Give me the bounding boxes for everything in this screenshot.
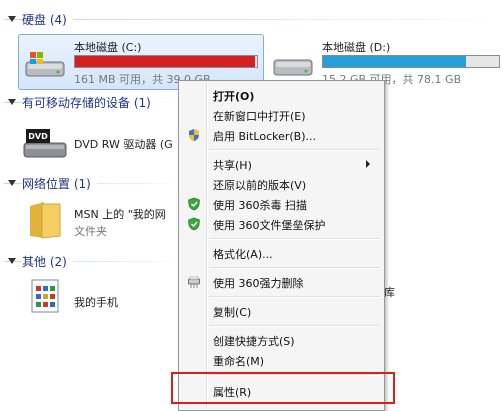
menu-separator xyxy=(209,238,380,240)
hard-drive-icon xyxy=(273,59,313,76)
menu-separator xyxy=(209,296,380,298)
menu-item-label: 在新窗口中打开(E) xyxy=(213,110,306,123)
collapse-triangle-icon[interactable] xyxy=(8,258,16,264)
collapse-triangle-icon[interactable] xyxy=(8,16,16,22)
menu-item-360-scan[interactable]: 使用 360杀毒 扫描 xyxy=(181,194,380,214)
menu-item-label: 使用 360强力删除 xyxy=(213,277,304,290)
menu-item-open-new-window[interactable]: 在新窗口中打开(E) xyxy=(181,105,380,125)
group-header-removable[interactable]: 有可移动存储的设备 (1) xyxy=(4,93,180,111)
menu-item-label: 创建快捷方式(S) xyxy=(213,335,295,348)
dvd-badge-text: DVD xyxy=(28,132,48,141)
group-divider xyxy=(4,19,503,20)
group-header-network[interactable]: 网络位置 (1) xyxy=(4,174,180,192)
network-item-type: 文件夹 xyxy=(74,225,107,238)
menu-item-rename[interactable]: 重命名(M) xyxy=(181,350,380,370)
menu-item-label: 重命名(M) xyxy=(213,355,265,368)
group-label: 硬盘 (4) xyxy=(22,10,73,28)
menu-item-label: 启用 BitLocker(B)... xyxy=(213,130,317,143)
phone-app-icon[interactable] xyxy=(30,278,62,314)
collapse-triangle-icon[interactable] xyxy=(8,180,16,186)
menu-separator xyxy=(209,149,380,151)
properties-highlight-box xyxy=(171,372,395,404)
menu-item-label: 复制(C) xyxy=(213,306,252,319)
menu-item-copy[interactable]: 复制(C) xyxy=(181,301,380,321)
menu-item-label: 打开(O) xyxy=(213,90,255,103)
menu-item-360-protect[interactable]: 使用 360文件堡垒保护 xyxy=(181,214,380,234)
menu-item-label: 使用 360杀毒 扫描 xyxy=(213,199,307,212)
360-shield-icon xyxy=(188,197,200,211)
menu-item-share[interactable]: 共享(H) xyxy=(181,154,380,174)
menu-item-open[interactable]: 打开(O) xyxy=(181,85,380,105)
drive-c-usage-fill xyxy=(75,56,256,67)
partial-item-label: 库 xyxy=(384,286,395,299)
menu-item-label: 使用 360文件堡垒保护 xyxy=(213,219,326,232)
menu-item-label: 格式化(A)... xyxy=(213,248,273,261)
menu-item-restore[interactable]: 还原以前的版本(V) xyxy=(181,174,380,194)
drive-c-name: 本地磁盘 (C:) xyxy=(74,41,142,54)
menu-item-bitlocker[interactable]: 启用 BitLocker(B)... xyxy=(181,125,380,145)
drive-c-usage-bar xyxy=(74,55,258,68)
collapse-triangle-icon[interactable] xyxy=(8,99,16,105)
uac-shield-icon xyxy=(189,129,199,141)
drive-d-usage-bar xyxy=(322,55,500,68)
menu-separator xyxy=(209,267,380,269)
menu-item-create-shortcut[interactable]: 创建快捷方式(S) xyxy=(181,330,380,350)
menu-item-label: 还原以前的版本(V) xyxy=(213,179,307,192)
drive-d-usage-fill xyxy=(323,56,466,67)
group-label: 网络位置 (1) xyxy=(22,174,97,192)
menu-item-force-delete[interactable]: 使用 360强力删除 xyxy=(181,272,380,292)
group-label: 其他 (2) xyxy=(22,252,73,270)
context-menu: 打开(O) 在新窗口中打开(E) 启用 BitLocker(B)... 共享(H… xyxy=(178,80,385,411)
dvd-drive-name[interactable]: DVD RW 驱动器 (G xyxy=(74,136,173,152)
group-label: 有可移动存储的设备 (1) xyxy=(22,93,157,111)
group-header-hard-disks[interactable]: 硬盘 (4) xyxy=(4,10,503,28)
folder-icon[interactable] xyxy=(24,198,64,240)
360-shield-icon xyxy=(188,217,200,231)
menu-separator xyxy=(209,325,380,327)
dvd-drive-icon[interactable]: DVD xyxy=(22,127,70,163)
drive-d-name[interactable]: 本地磁盘 (D:) xyxy=(322,39,390,55)
group-header-other[interactable]: 其他 (2) xyxy=(4,252,180,270)
my-phone-label[interactable]: 我的手机 xyxy=(74,294,118,310)
submenu-arrow-icon xyxy=(366,160,370,168)
hard-drive-icon xyxy=(25,52,65,77)
menu-item-format[interactable]: 格式化(A)... xyxy=(181,243,380,263)
menu-item-label: 共享(H) xyxy=(213,159,252,172)
network-item-name[interactable]: MSN 上的 "我的网 xyxy=(74,206,166,222)
shredder-icon xyxy=(188,276,200,288)
